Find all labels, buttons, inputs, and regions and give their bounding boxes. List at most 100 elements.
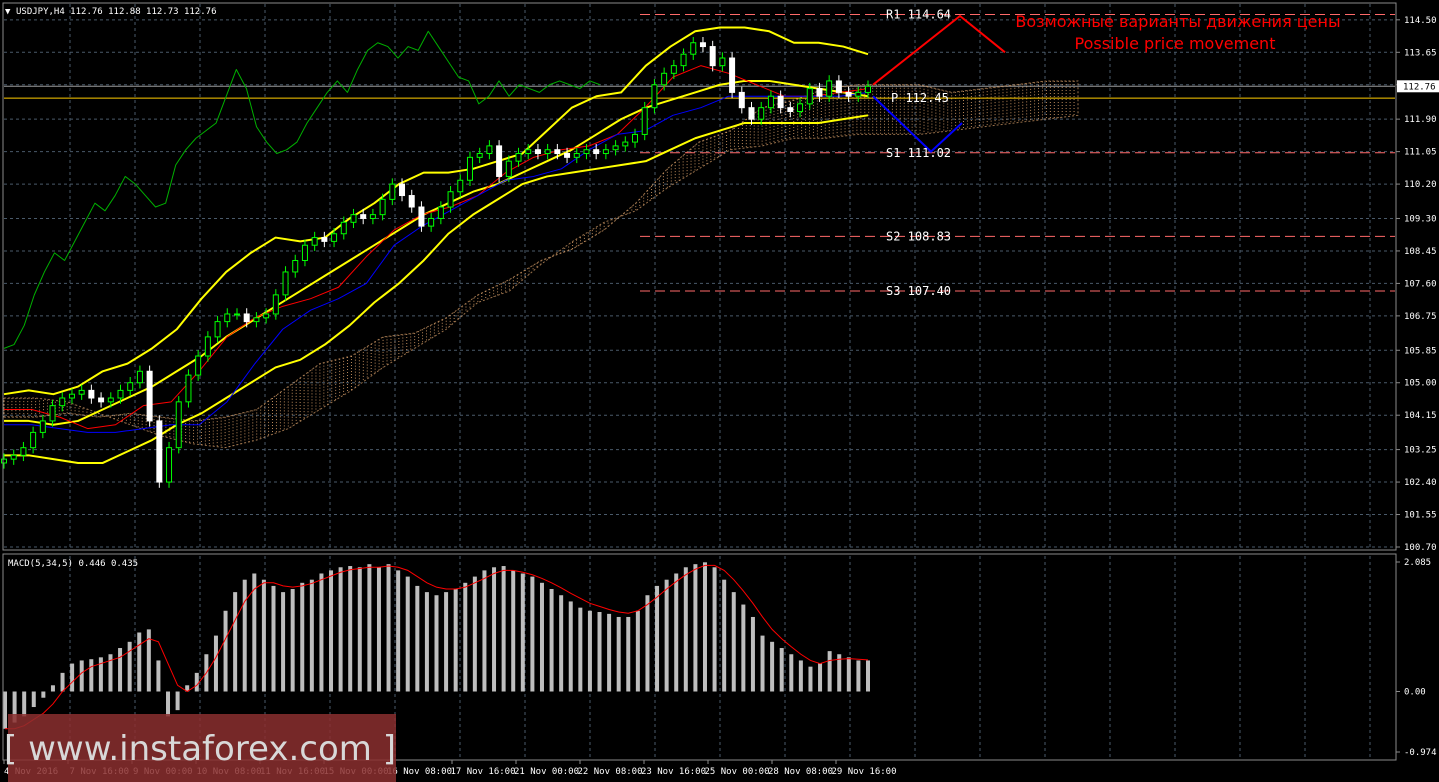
candle-body <box>166 447 173 483</box>
macd-bar <box>98 657 103 692</box>
candle-body <box>758 107 765 120</box>
level-label-s1: S1 111.02 <box>886 146 951 160</box>
candle-body <box>865 85 871 93</box>
candle-body <box>282 271 289 296</box>
y-tick-label: 101.55 <box>1404 511 1437 521</box>
macd-bar <box>616 616 621 692</box>
macd-bar <box>424 592 429 692</box>
candle-body <box>748 107 755 120</box>
macd-bar <box>213 635 218 692</box>
macd-bar <box>175 691 180 711</box>
candle-body <box>583 149 590 155</box>
candle-body <box>136 370 143 384</box>
candle-body <box>331 233 338 242</box>
x-tick-label: 22 Nov 08:00 <box>578 767 643 777</box>
y-tick-label: 105.85 <box>1404 346 1437 356</box>
macd-bar <box>683 567 688 692</box>
x-tick-label: 17 Nov 16:00 <box>451 767 516 777</box>
y-tick-label: 106.75 <box>1404 312 1437 322</box>
chart-menu-arrow[interactable]: ▼ <box>5 7 11 17</box>
macd-bar <box>127 641 132 692</box>
macd-bar <box>166 691 171 717</box>
y-tick-label: 113.65 <box>1404 48 1437 58</box>
candle-body <box>544 149 551 155</box>
candle-body <box>185 374 192 403</box>
candle-body <box>127 382 134 391</box>
candle-body <box>437 206 444 219</box>
macd-bar <box>568 601 573 692</box>
candle-body <box>457 179 464 193</box>
candle-body <box>1 458 7 464</box>
macd-bar <box>137 632 142 692</box>
macd-bar <box>520 573 525 692</box>
macd-bar <box>60 672 65 692</box>
candle-body <box>98 397 105 403</box>
y-tick-label: 111.90 <box>1404 115 1437 125</box>
y-tick-label: 109.30 <box>1404 214 1437 224</box>
candle-body <box>767 95 774 109</box>
candle-body <box>233 313 240 316</box>
macd-y-tick-label: 2.085 <box>1404 558 1431 568</box>
macd-y-tick-label: 0.00 <box>1404 688 1426 698</box>
macd-bar <box>79 660 84 692</box>
macd-bar <box>866 660 870 692</box>
y-tick-label: 114.50 <box>1404 16 1437 26</box>
macd-bar <box>587 610 592 692</box>
candle-body <box>418 206 425 227</box>
candle-body <box>49 405 56 422</box>
macd-bar <box>22 691 27 717</box>
candle-body <box>632 133 639 143</box>
x-tick-label: 23 Nov 16:00 <box>641 767 706 777</box>
macd-bar <box>463 582 468 692</box>
macd-bar <box>693 564 698 692</box>
watermark-text: [ www.instaforex.com ] <box>4 729 396 769</box>
macd-bar <box>242 579 247 692</box>
macd-bar <box>434 595 439 692</box>
candle-body <box>515 153 522 162</box>
macd-bar <box>750 616 755 692</box>
macd-bar <box>530 576 535 692</box>
candle-body <box>107 397 114 403</box>
candle-body <box>321 237 328 242</box>
y-tick-label: 110.20 <box>1404 180 1437 190</box>
y-tick-label: 111.05 <box>1404 148 1437 158</box>
macd-bar <box>501 566 506 692</box>
macd-bar <box>31 691 36 708</box>
level-label-pivot: P 112.45 <box>891 91 949 105</box>
macd-bar <box>290 589 295 692</box>
symbol-header: USDJPY,H4 112.76 112.88 112.73 112.76 <box>16 7 216 17</box>
candle-body <box>272 294 279 315</box>
macd-bar <box>856 660 861 692</box>
macd-bar <box>655 585 660 692</box>
candle-body <box>39 420 46 433</box>
annotation-russian: Возможные варианты движения цены <box>1015 12 1340 31</box>
macd-bar <box>338 567 343 692</box>
candle-body <box>68 393 75 399</box>
candle-body <box>408 195 415 208</box>
candle-body <box>156 420 163 483</box>
candle-body <box>311 237 318 246</box>
candle-body <box>204 336 211 357</box>
current-price-label: 112.76 <box>1403 82 1436 92</box>
candle-body <box>661 72 668 86</box>
y-tick-label: 108.45 <box>1404 247 1437 257</box>
candle-body <box>88 389 95 399</box>
macd-bar <box>779 648 784 692</box>
candle-body <box>476 153 483 158</box>
macd-bar <box>415 585 420 692</box>
candle-body <box>797 103 804 113</box>
usdjpy-h4-chart: 114.50113.65112.80111.90111.05110.20109.… <box>0 0 1439 782</box>
level-label-r1: R1 114.64 <box>886 7 951 21</box>
candle-body <box>175 401 182 449</box>
macd-bar <box>357 567 362 692</box>
macd-bar <box>329 570 334 692</box>
candle-body <box>622 141 629 147</box>
macd-bar <box>118 648 123 692</box>
macd-bar <box>281 592 286 692</box>
macd-bar <box>846 657 851 692</box>
y-tick-label: 102.40 <box>1404 478 1437 488</box>
candle-body <box>641 107 648 135</box>
candle-body <box>10 454 17 460</box>
candle-body <box>651 84 658 109</box>
macd-bar <box>578 607 583 692</box>
